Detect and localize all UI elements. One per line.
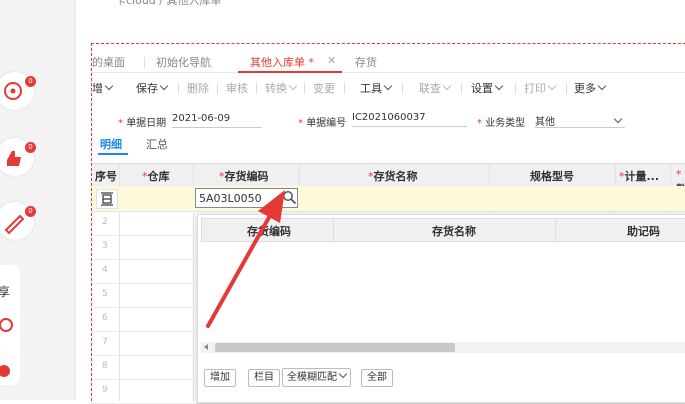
annotation-arrow <box>206 190 285 328</box>
